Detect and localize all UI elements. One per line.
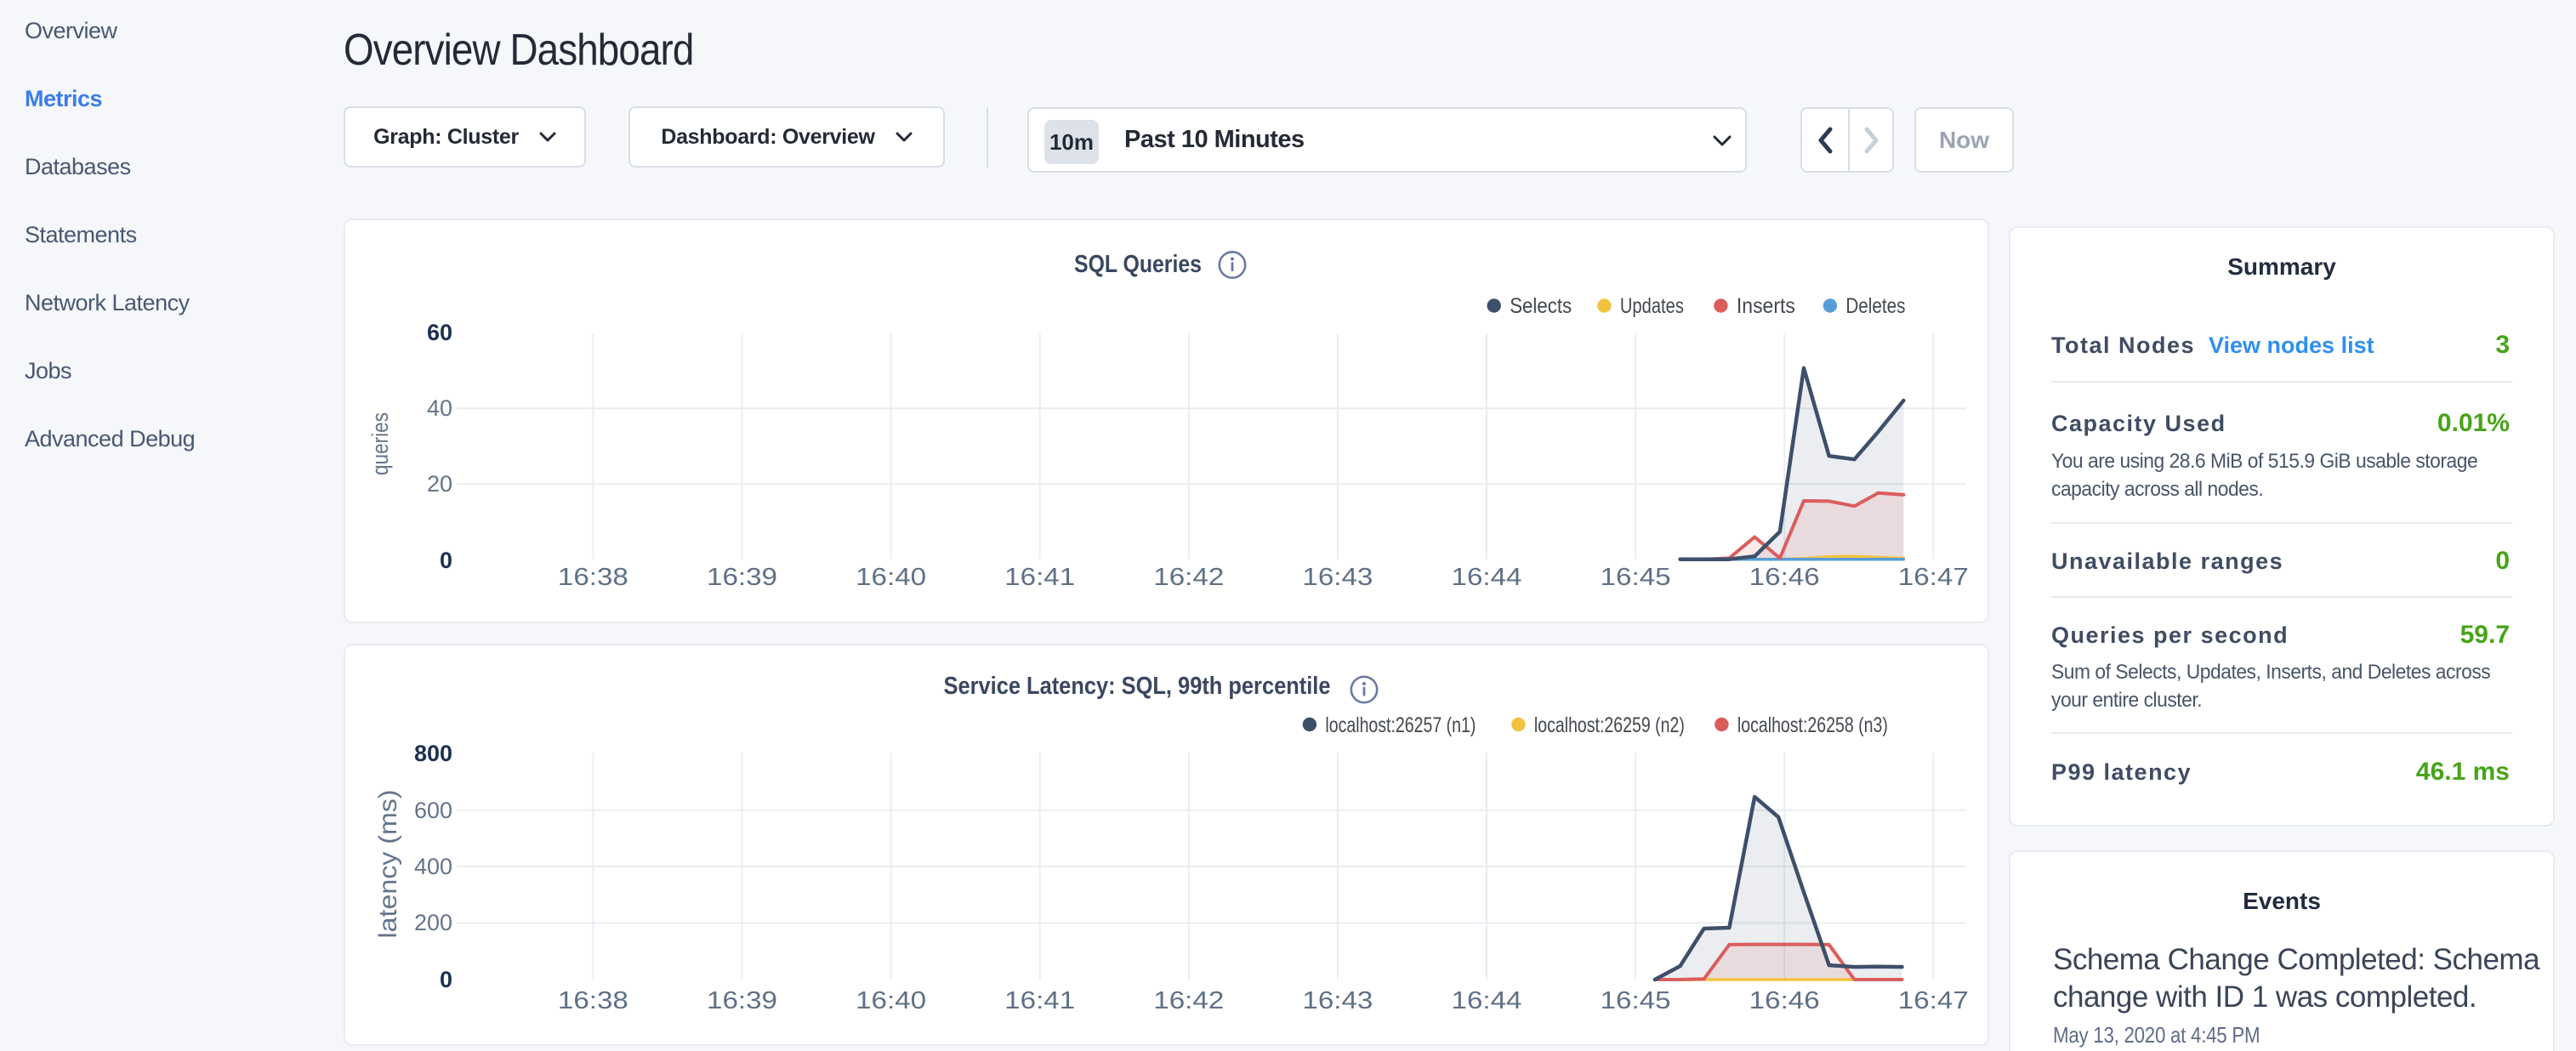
svg-text:16:39: 16:39 [707, 564, 777, 591]
svg-text:16:41: 16:41 [1004, 564, 1075, 591]
svg-text:Deletes: Deletes [1845, 294, 1905, 318]
svg-text:SQL Queries: SQL Queries [1074, 251, 1202, 278]
svg-text:16:43: 16:43 [1302, 987, 1373, 1014]
svg-text:800: 800 [414, 741, 452, 766]
svg-text:16:45: 16:45 [1601, 987, 1671, 1014]
svg-text:16:47: 16:47 [1898, 564, 1969, 591]
svg-text:16:42: 16:42 [1153, 564, 1224, 591]
svg-text:Updates: Updates [1620, 294, 1684, 318]
svg-text:16:39: 16:39 [707, 987, 777, 1014]
svg-text:queries: queries [367, 412, 393, 475]
svg-text:16:46: 16:46 [1749, 564, 1820, 591]
svg-text:0: 0 [440, 967, 452, 992]
svg-text:Inserts: Inserts [1737, 294, 1795, 318]
svg-text:0: 0 [440, 548, 452, 573]
svg-text:Service Latency: SQL, 99th per: Service Latency: SQL, 99th percentile [944, 673, 1331, 700]
svg-text:localhost:26257 (n1): localhost:26257 (n1) [1325, 713, 1476, 737]
svg-text:localhost:26259 (n2): localhost:26259 (n2) [1534, 713, 1685, 737]
svg-text:200: 200 [414, 910, 452, 935]
svg-text:Selects: Selects [1510, 294, 1572, 318]
svg-text:16:46: 16:46 [1749, 987, 1820, 1014]
svg-text:16:42: 16:42 [1153, 987, 1224, 1014]
svg-text:60: 60 [427, 320, 452, 345]
svg-text:600: 600 [414, 798, 452, 823]
svg-text:20: 20 [427, 471, 452, 497]
svg-text:40: 40 [427, 395, 452, 421]
svg-text:16:44: 16:44 [1452, 987, 1522, 1014]
svg-text:16:40: 16:40 [856, 987, 926, 1014]
svg-text:16:47: 16:47 [1898, 987, 1969, 1014]
svg-text:16:43: 16:43 [1302, 564, 1373, 591]
svg-text:400: 400 [414, 854, 452, 879]
svg-text:localhost:26258 (n3): localhost:26258 (n3) [1737, 713, 1888, 737]
svg-text:16:38: 16:38 [558, 987, 628, 1014]
svg-text:latency (ms): latency (ms) [374, 790, 402, 939]
svg-text:16:45: 16:45 [1601, 564, 1671, 591]
svg-text:16:44: 16:44 [1452, 564, 1522, 591]
svg-text:16:41: 16:41 [1004, 987, 1075, 1014]
svg-text:16:38: 16:38 [558, 564, 628, 591]
svg-text:16:40: 16:40 [856, 564, 926, 591]
